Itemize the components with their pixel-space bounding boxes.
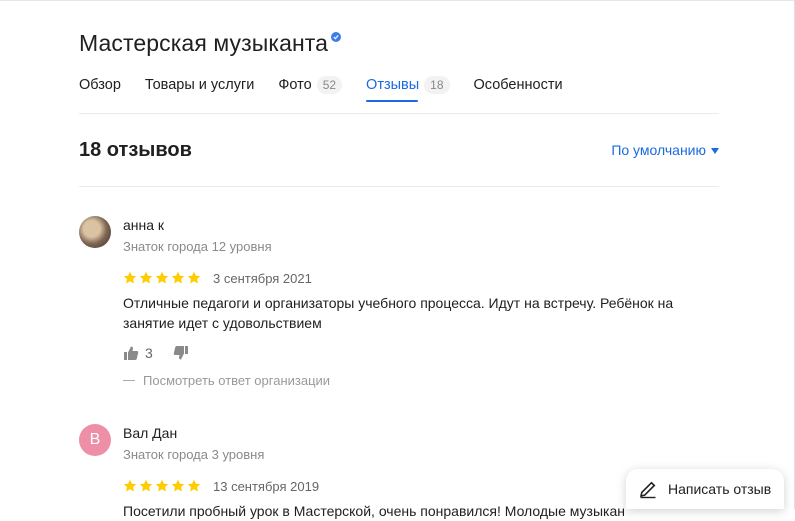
chevron-down-icon	[711, 148, 719, 154]
org-header: Мастерская музыканта	[79, 28, 342, 58]
star-icon	[187, 479, 201, 492]
tab-label: Товары и услуги	[144, 77, 255, 93]
active-tab-indicator	[366, 100, 419, 102]
tab-bar: Обзор Товары и услуги Фото 52 Отзывы 18 …	[79, 75, 587, 105]
review-author[interactable]: Вал Дан	[123, 424, 703, 442]
org-title: Мастерская музыканта	[79, 30, 329, 56]
write-review-label: Написать отзыв	[668, 481, 772, 497]
star-icon	[139, 479, 153, 492]
sort-label: По умолчанию	[611, 142, 706, 158]
tab-label: Фото	[278, 77, 312, 93]
review-text: Посетили пробный урок в Мастерской, очен…	[123, 503, 625, 519]
review-text: Отличные педагоги и организаторы учебног…	[123, 295, 674, 331]
tab-goods-services[interactable]: Товары и услуги	[145, 75, 254, 105]
star-icon	[171, 479, 185, 492]
like-count: 3	[145, 345, 153, 361]
rating-stars	[123, 271, 203, 285]
star-icon	[171, 271, 185, 284]
star-icon	[187, 271, 201, 284]
avatar-letter: В	[89, 431, 101, 448]
reply-link-label: Посмотреть ответ организации	[143, 373, 331, 388]
review-author[interactable]: анна к	[123, 216, 703, 234]
tab-features[interactable]: Особенности	[474, 75, 563, 105]
star-icon	[139, 271, 153, 284]
pencil-icon	[639, 481, 656, 499]
thumbs-up-icon	[124, 346, 139, 360]
star-icon	[123, 479, 137, 492]
sort-dropdown[interactable]: По умолчанию	[611, 142, 719, 158]
write-review-button[interactable]: Написать отзыв	[626, 469, 784, 509]
review-content: Вал Дан Знаток города 3 уровня 13 сентяб…	[123, 424, 703, 521]
reviews-count-heading: 18 отзывов	[79, 139, 192, 161]
review-content: анна к Знаток города 12 уровня 3 сентябр…	[123, 216, 703, 388]
avatar[interactable]: В	[79, 424, 111, 456]
author-level: Знаток города 12 уровня	[123, 239, 272, 254]
review-date: 3 сентября 2021	[213, 270, 312, 286]
tab-photos[interactable]: Фото 52	[278, 75, 343, 105]
tab-count-badge: 18	[424, 76, 450, 94]
star-icon	[155, 271, 169, 284]
tab-label: Особенности	[473, 77, 563, 93]
verified-badge-icon	[331, 32, 342, 42]
tab-count-badge: 52	[316, 76, 343, 94]
review-meta: 3 сентября 2021	[123, 269, 703, 287]
tab-label: Обзор	[79, 77, 121, 93]
dislike-button[interactable]	[173, 345, 189, 361]
avatar[interactable]	[79, 216, 111, 248]
view-org-reply-link[interactable]: Посмотреть ответ организации	[123, 373, 703, 388]
review-actions: 3	[123, 343, 703, 363]
tab-reviews[interactable]: Отзывы 18	[366, 75, 450, 105]
review-meta: 13 сентября 2019	[123, 477, 703, 495]
reply-dash	[123, 380, 135, 381]
tabs-divider	[79, 113, 719, 114]
tab-label: Отзывы	[366, 77, 420, 93]
star-icon	[123, 271, 137, 284]
star-icon	[155, 479, 169, 492]
review-date: 13 сентября 2019	[213, 478, 320, 494]
header-divider	[79, 186, 719, 187]
thumbs-down-icon	[173, 346, 188, 360]
like-button[interactable]: 3	[123, 345, 153, 361]
tab-overview[interactable]: Обзор	[79, 75, 121, 105]
author-level: Знаток города 3 уровня	[123, 447, 265, 462]
rating-stars	[123, 479, 203, 493]
top-border	[0, 0, 795, 1]
